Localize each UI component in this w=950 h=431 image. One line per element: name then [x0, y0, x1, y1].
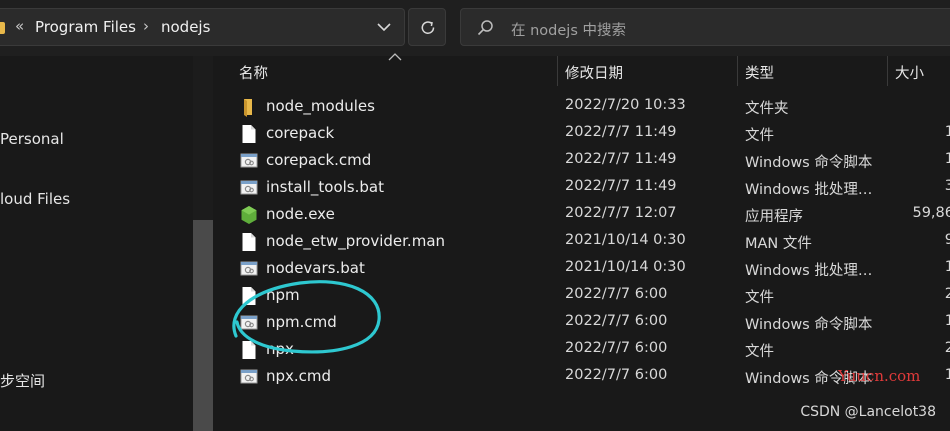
file-type: Windows 批处理… [745, 263, 873, 279]
file-name[interactable]: node.exe [266, 205, 335, 223]
breadcrumb-program-files[interactable]: Program Files [35, 18, 136, 36]
file-name[interactable]: node_etw_provider.man [266, 232, 445, 250]
file-date: 2021/10/14 0:30 [565, 259, 686, 275]
file-type: Windows 批处理… [745, 182, 873, 198]
site-watermark: Yuucn.com [838, 367, 921, 385]
script-icon [240, 367, 258, 387]
file-name[interactable]: node_modules [266, 97, 375, 115]
file-size: 2 [944, 286, 950, 302]
file-size: 2 [944, 340, 950, 356]
toolbar: « Program Files › nodejs 在 nodejs 中搜索 [0, 0, 950, 56]
file-row[interactable]: npx 2022/7/7 6:00 文件 2 [216, 337, 950, 364]
address-bar[interactable]: « Program Files › nodejs [0, 8, 396, 46]
nav-item-sync-space[interactable]: 步空间 [0, 370, 45, 391]
file-date: 2022/7/20 10:33 [565, 97, 686, 113]
file-size: 9 [944, 232, 950, 248]
refresh-icon [421, 21, 435, 34]
file-date: 2022/7/7 6:00 [565, 367, 668, 383]
file-name[interactable]: install_tools.bat [266, 178, 384, 196]
file-date: 2021/10/14 0:30 [565, 232, 686, 248]
script-icon [240, 259, 258, 279]
file-date: 2022/7/7 11:49 [565, 178, 677, 194]
file-icon [240, 286, 258, 306]
file-row[interactable]: corepack.cmd 2022/7/7 11:49 Windows 命令脚本 1 [216, 148, 950, 175]
file-type: 文件 [745, 128, 774, 144]
file-type: 文件夹 [745, 101, 789, 117]
breadcrumb-overflow-icon[interactable]: « [15, 17, 24, 35]
file-size: 1 [944, 124, 950, 140]
column-header-name[interactable]: 名称 [239, 62, 268, 83]
file-date: 2022/7/7 12:07 [565, 205, 677, 221]
script-icon [240, 313, 258, 333]
file-date: 2022/7/7 6:00 [565, 286, 668, 302]
chevron-right-icon: › [143, 17, 149, 35]
file-name[interactable]: npx.cmd [266, 367, 331, 385]
column-divider[interactable] [557, 56, 558, 86]
file-row[interactable]: node.exe 2022/7/7 12:07 应用程序 59,86 [216, 202, 950, 229]
file-date: 2022/7/7 11:49 [565, 124, 677, 140]
file-size: 1 [944, 367, 950, 383]
file-date: 2022/7/7 6:00 [565, 313, 668, 329]
nav-item-personal[interactable]: Personal [0, 130, 64, 148]
nav-item-cloud-files[interactable]: loud Files [0, 190, 70, 208]
address-history-button[interactable] [365, 8, 405, 46]
column-header-size[interactable]: 大小 [895, 62, 924, 83]
chevron-down-icon [377, 23, 391, 32]
file-size: 1 [944, 313, 950, 329]
file-name[interactable]: npx [266, 340, 294, 358]
file-row[interactable]: npm 2022/7/7 6:00 文件 2 [216, 283, 950, 310]
column-divider[interactable] [887, 56, 888, 86]
file-icon [240, 124, 258, 144]
file-name[interactable]: corepack [266, 124, 334, 142]
file-type: Windows 命令脚本 [745, 155, 873, 171]
search-icon [477, 20, 493, 36]
sort-ascending-icon [388, 53, 402, 61]
file-size: 59,86 [912, 205, 950, 221]
file-name[interactable]: nodevars.bat [266, 259, 365, 277]
file-name[interactable]: npm [266, 286, 300, 304]
file-row[interactable]: install_tools.bat 2022/7/7 11:49 Windows 批… [216, 175, 950, 202]
column-divider[interactable] [737, 56, 738, 86]
file-row[interactable]: node_modules 2022/7/20 10:33 文件夹 [216, 94, 950, 121]
file-icon [240, 340, 258, 360]
folder-icon [0, 22, 5, 34]
file-size: 3 [944, 178, 950, 194]
file-type: 文件 [745, 344, 774, 360]
nav-scrollbar-thumb[interactable] [193, 220, 213, 431]
file-row[interactable]: node_etw_provider.man 2021/10/14 0:30 MAN … [216, 229, 950, 256]
file-type: 文件 [745, 290, 774, 306]
folder-icon [240, 97, 258, 117]
refresh-button[interactable] [408, 8, 446, 46]
column-header-type[interactable]: 类型 [745, 62, 774, 83]
search-input[interactable]: 在 nodejs 中搜索 [511, 19, 626, 40]
file-row[interactable]: npm.cmd 2022/7/7 6:00 Windows 命令脚本 1 [216, 310, 950, 337]
nav-scrollbar-track[interactable] [193, 56, 213, 220]
file-name[interactable]: npm.cmd [266, 313, 337, 331]
file-row[interactable]: nodevars.bat 2021/10/14 0:30 Windows 批处理… 1 [216, 256, 950, 283]
script-icon [240, 178, 258, 198]
script-icon [240, 151, 258, 171]
breadcrumb-nodejs[interactable]: nodejs [161, 18, 210, 36]
search-box[interactable]: 在 nodejs 中搜索 [460, 8, 950, 46]
file-type: 应用程序 [745, 209, 803, 225]
file-type: Windows 命令脚本 [745, 317, 873, 333]
node-icon [240, 205, 258, 225]
file-type: MAN 文件 [745, 236, 812, 252]
file-size: 1 [944, 151, 950, 167]
csdn-watermark: CSDN @Lancelot38 [800, 404, 936, 420]
file-date: 2022/7/7 6:00 [565, 340, 668, 356]
file-icon [240, 232, 258, 252]
file-name[interactable]: corepack.cmd [266, 151, 371, 169]
file-date: 2022/7/7 11:49 [565, 151, 677, 167]
column-header-date[interactable]: 修改日期 [565, 62, 623, 83]
file-row[interactable]: corepack 2022/7/7 11:49 文件 1 [216, 121, 950, 148]
file-size: 1 [944, 259, 950, 275]
